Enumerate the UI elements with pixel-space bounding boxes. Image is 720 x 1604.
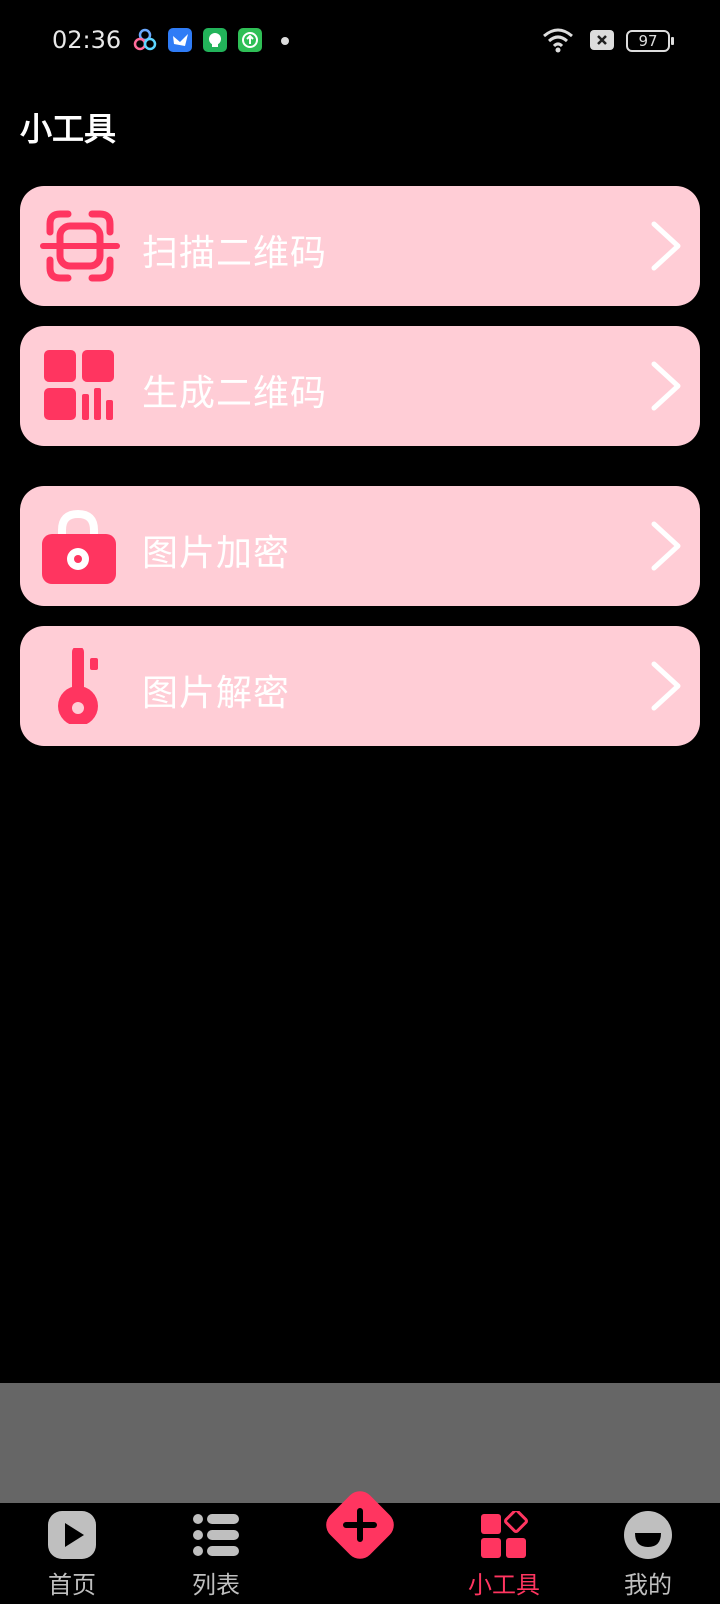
nav-home[interactable]: 首页 <box>22 1503 122 1604</box>
more-notifications-dot <box>281 37 289 45</box>
chevron-right-icon <box>648 660 684 712</box>
nav-list-label: 列表 <box>192 1571 240 1599</box>
page-title: 小工具 <box>20 110 117 148</box>
chevron-right-icon <box>648 220 684 272</box>
key-icon <box>38 646 122 726</box>
face-icon <box>624 1511 672 1559</box>
image-encrypt-card[interactable]: 图片加密 <box>20 486 700 606</box>
image-decrypt-card[interactable]: 图片解密 <box>20 626 700 746</box>
scan-qr-icon <box>38 208 122 284</box>
battery-icon: 97 <box>626 30 674 52</box>
nav-tools-label: 小工具 <box>468 1571 540 1599</box>
no-sim-icon <box>590 30 614 50</box>
network-app-icon <box>133 28 157 52</box>
feishu-icon <box>168 28 192 52</box>
wifi-icon <box>542 26 574 58</box>
image-decrypt-label: 图片解密 <box>142 673 291 714</box>
status-time: 02:36 <box>52 26 122 54</box>
bottom-nav: 首页 列表 小工具 我的 <box>0 1491 720 1604</box>
status-bar: 02:36 97 <box>0 0 720 84</box>
lock-icon <box>38 508 122 584</box>
add-button[interactable] <box>318 1483 402 1567</box>
generate-qr-label: 生成二维码 <box>142 373 328 414</box>
chevron-right-icon <box>648 520 684 572</box>
scan-qr-card[interactable]: 扫描二维码 <box>20 186 700 306</box>
nav-home-label: 首页 <box>48 1571 96 1599</box>
tools-grid-icon <box>480 1509 528 1559</box>
nav-mine[interactable]: 我的 <box>598 1503 698 1604</box>
nav-list[interactable]: 列表 <box>166 1503 266 1604</box>
list-icon <box>192 1511 240 1559</box>
upload-icon <box>238 28 262 52</box>
nav-tools[interactable]: 小工具 <box>454 1503 554 1604</box>
chevron-right-icon <box>648 360 684 412</box>
plus-icon <box>318 1491 402 1571</box>
scan-qr-label: 扫描二维码 <box>142 233 328 274</box>
qr-generate-icon <box>38 348 122 424</box>
play-icon <box>48 1511 96 1559</box>
messaging-icon <box>203 28 227 52</box>
image-encrypt-label: 图片加密 <box>142 533 291 574</box>
generate-qr-card[interactable]: 生成二维码 <box>20 326 700 446</box>
nav-mine-label: 我的 <box>624 1571 672 1599</box>
